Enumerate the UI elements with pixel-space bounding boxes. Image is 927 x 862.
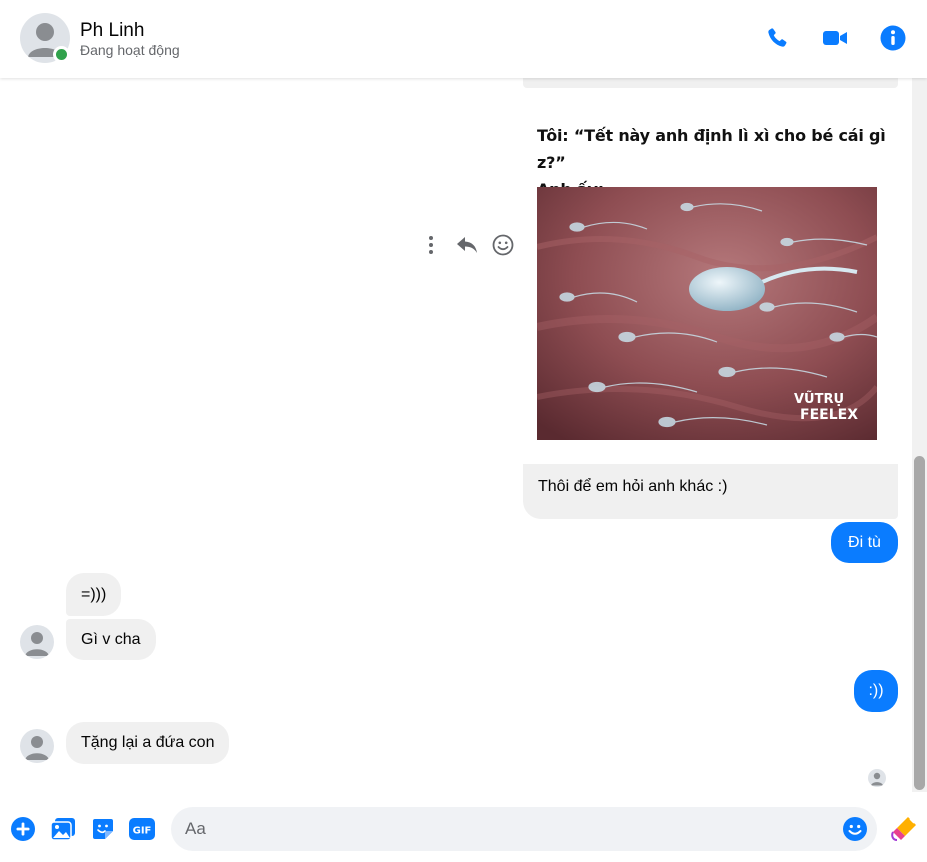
messenger-chat-window: Ph Linh Đang hoạt động Tôi: “Tết này anh… [0, 0, 927, 862]
online-status-dot [53, 46, 70, 63]
chat-header: Ph Linh Đang hoạt động [0, 0, 927, 78]
watermark-line1: VŨTRỤ [794, 391, 844, 407]
theme-brush-icon[interactable] [891, 814, 919, 842]
message-bubble-outgoing[interactable]: :)) [854, 670, 898, 712]
contact-avatar-small[interactable] [20, 625, 54, 659]
video-call-icon[interactable] [821, 24, 849, 52]
meme-picture[interactable]: VŨTRỤ FEELEX [537, 187, 877, 440]
message-hover-tools [420, 234, 514, 256]
message-bubble-incoming[interactable]: Tặng lại a đứa con [66, 722, 230, 764]
info-icon[interactable] [879, 24, 907, 52]
message-bubble-incoming[interactable]: Gì v cha [66, 619, 156, 660]
message-bubble[interactable]: Thôi để em hỏi anh khác :) [523, 464, 898, 519]
gif-icon[interactable]: GIF [129, 816, 155, 842]
message-text: Tặng lại a đứa con [81, 734, 215, 751]
message-input-wrapper [171, 807, 877, 851]
message-bubble-outgoing[interactable]: Đi tù [831, 522, 898, 563]
message-list-scrollbar[interactable] [912, 78, 927, 792]
contact-name[interactable]: Ph Linh [80, 20, 144, 42]
message-composer: GIF [0, 792, 927, 862]
meme-caption-line1: Tôi: “Tết này anh định lì xì cho bé cái … [537, 126, 886, 172]
contact-avatar-small[interactable] [20, 729, 54, 763]
message-text: =))) [81, 585, 107, 603]
phone-icon[interactable] [763, 24, 791, 52]
image-icon[interactable] [50, 816, 76, 842]
message-text: Đi tù [848, 533, 881, 551]
message-bubble-incoming[interactable]: =))) [66, 573, 122, 616]
sticker-icon[interactable] [90, 816, 116, 842]
message-text: Thôi để em hỏi anh khác :) [538, 478, 728, 495]
watermark-line2: FEELEX [800, 407, 858, 423]
seen-indicator-avatar [868, 769, 886, 787]
add-icon[interactable] [10, 816, 36, 842]
header-actions [763, 24, 907, 52]
message-text: :)) [868, 682, 884, 699]
shared-image-message[interactable]: Tôi: “Tết này anh định lì xì cho bé cái … [523, 108, 898, 464]
react-emoji-icon[interactable] [492, 234, 514, 256]
gif-label: GIF [133, 826, 152, 837]
more-options-icon[interactable] [420, 234, 442, 256]
scrollbar-thumb[interactable] [914, 456, 925, 790]
message-text: Gì v cha [81, 630, 141, 648]
message-input[interactable] [185, 807, 825, 851]
contact-status: Đang hoạt động [80, 42, 180, 58]
reply-icon[interactable] [456, 234, 478, 256]
emoji-icon[interactable] [843, 817, 867, 841]
message-list[interactable]: Tôi: “Tết này anh định lì xì cho bé cái … [0, 78, 912, 792]
previous-message-edge [523, 78, 898, 88]
